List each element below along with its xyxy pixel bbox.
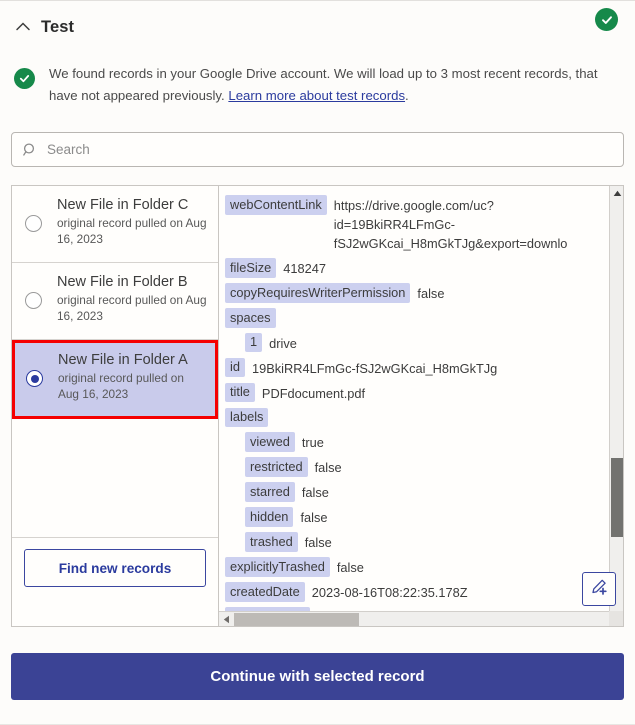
radio-button[interactable] xyxy=(25,215,42,232)
json-key: createdDate xyxy=(225,582,305,602)
json-value: 2023-08-16T08:22:35.178Z xyxy=(311,585,468,600)
json-row: viewed true xyxy=(225,432,609,452)
test-step-panel: Test We found records in your Google Dri… xyxy=(0,0,635,725)
records-panel: New File in Folder C original record pul… xyxy=(11,185,624,627)
search-placeholder: Search xyxy=(47,142,90,157)
record-title: New File in Folder B xyxy=(57,274,188,290)
vertical-scrollbar-thumb[interactable] xyxy=(611,458,623,537)
page-title: Test xyxy=(41,17,75,36)
json-value: false xyxy=(300,510,328,525)
json-key: webContentLink xyxy=(225,195,327,215)
record-title: New File in Folder A xyxy=(58,352,188,368)
json-row: labels xyxy=(225,407,609,427)
json-row: webContentLink https://drive.google.com/… xyxy=(225,195,609,253)
list-item[interactable]: New File in Folder B original record pul… xyxy=(12,263,218,340)
json-row: createdDate 2023-08-16T08:22:35.178Z xyxy=(225,582,609,602)
scrollbar-corner xyxy=(609,611,623,626)
json-value: 418247 xyxy=(283,261,326,276)
json-row: 1 drive xyxy=(225,332,609,353)
json-row: hidden false xyxy=(225,507,609,527)
json-value: false xyxy=(417,286,445,301)
radio-button[interactable] xyxy=(25,292,42,309)
json-key: trashed xyxy=(245,532,298,552)
json-key: 1 xyxy=(245,332,263,352)
info-banner: We found records in your Google Drive ac… xyxy=(0,62,635,106)
horizontal-scrollbar-thumb[interactable] xyxy=(234,612,359,626)
json-key: restricted xyxy=(245,457,308,477)
record-subtitle: original record pulled on Aug 16, 2023 xyxy=(57,293,207,323)
list-item[interactable]: New File in Folder C original record pul… xyxy=(12,186,218,263)
json-key: id xyxy=(225,357,245,377)
json-value: false xyxy=(314,460,342,475)
json-row: copyRequiresWriterPermission false xyxy=(225,283,609,303)
horizontal-scrollbar[interactable] xyxy=(219,611,609,626)
json-key: fileSize xyxy=(225,258,277,278)
edit-record-button[interactable] xyxy=(582,572,616,606)
banner-text-after: . xyxy=(405,87,409,103)
json-key: viewed xyxy=(245,432,295,452)
find-records-wrap: Find new records xyxy=(12,538,218,598)
list-empty-space xyxy=(12,419,218,538)
json-key: labels xyxy=(225,407,269,427)
json-row: fileSize 418247 xyxy=(225,258,609,278)
find-new-records-button[interactable]: Find new records xyxy=(24,549,206,587)
json-row: trashed false xyxy=(225,532,609,552)
json-value: false xyxy=(301,485,329,500)
pencil-plus-icon xyxy=(589,577,609,602)
json-row: restricted false xyxy=(225,457,609,477)
json-value: true xyxy=(301,435,324,450)
record-title: New File in Folder C xyxy=(57,197,189,213)
record-subtitle: original record pulled on Aug 16, 2023 xyxy=(58,371,184,401)
json-field-list: webContentLink https://drive.google.com/… xyxy=(219,186,609,611)
json-value: false xyxy=(336,560,364,575)
learn-more-link[interactable]: Learn more about test records xyxy=(228,88,405,103)
json-key: explicitlyTrashed xyxy=(225,557,330,577)
record-subtitle: original record pulled on Aug 16, 2023 xyxy=(57,216,207,246)
check-circle-icon xyxy=(14,68,35,89)
record-json-viewer: webContentLink https://drive.google.com/… xyxy=(219,186,623,626)
json-row: title PDFdocument.pdf xyxy=(225,382,609,403)
json-value: PDFdocument.pdf xyxy=(261,385,366,401)
top-divider xyxy=(0,0,635,1)
list-item-selected[interactable]: New File in Folder A original record pul… xyxy=(12,340,218,419)
search-icon xyxy=(22,142,38,158)
triangle-left-icon[interactable] xyxy=(219,612,234,627)
json-key: hidden xyxy=(245,507,294,527)
vertical-scrollbar[interactable] xyxy=(609,186,623,611)
json-row: id 19BkiRR4LFmGc-fSJ2wGKcai_H8mGkTJg xyxy=(225,357,609,378)
record-list: New File in Folder C original record pul… xyxy=(12,186,219,626)
json-row: explicitlyTrashed false xyxy=(225,557,609,577)
radio-button-selected[interactable] xyxy=(26,370,43,387)
json-value: 19BkiRR4LFmGc-fSJ2wGKcai_H8mGkTJg xyxy=(251,360,498,376)
json-key: copyRequiresWriterPermission xyxy=(225,283,411,303)
check-circle-icon xyxy=(595,8,618,31)
json-value: https://drive.google.com/uc? id=19BkiRR4… xyxy=(333,198,568,251)
chevron-up-icon[interactable] xyxy=(14,18,32,36)
json-row: spaces xyxy=(225,308,609,328)
continue-with-selected-record-button[interactable]: Continue with selected record xyxy=(11,653,624,700)
json-row: starred false xyxy=(225,482,609,502)
json-value: drive xyxy=(269,335,297,351)
json-key: spaces xyxy=(225,308,276,328)
search-input[interactable]: Search xyxy=(11,132,624,167)
json-key: starred xyxy=(245,482,295,502)
triangle-up-icon[interactable] xyxy=(610,186,623,201)
json-key: title xyxy=(225,382,255,402)
json-value: false xyxy=(304,535,332,550)
section-header[interactable]: Test xyxy=(0,8,635,46)
banner-text: We found records in your Google Drive ac… xyxy=(49,62,617,106)
